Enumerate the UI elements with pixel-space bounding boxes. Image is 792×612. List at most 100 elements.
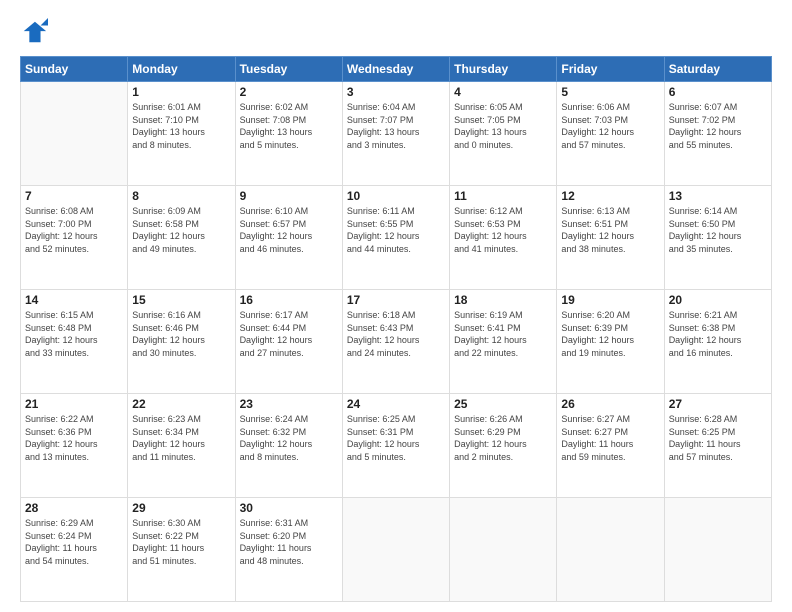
day-info: Sunrise: 6:08 AMSunset: 7:00 PMDaylight:… [25,205,123,255]
day-info: Sunrise: 6:12 AMSunset: 6:53 PMDaylight:… [454,205,552,255]
calendar-cell: 18 Sunrise: 6:19 AMSunset: 6:41 PMDayligh… [450,290,557,394]
calendar-cell: 11 Sunrise: 6:12 AMSunset: 6:53 PMDayligh… [450,186,557,290]
day-info: Sunrise: 6:20 AMSunset: 6:39 PMDaylight:… [561,309,659,359]
day-number: 29 [132,501,230,515]
calendar-week-row: 14 Sunrise: 6:15 AMSunset: 6:48 PMDayligh… [21,290,772,394]
day-number: 24 [347,397,445,411]
calendar-cell [342,498,449,602]
day-number: 25 [454,397,552,411]
calendar-cell: 30 Sunrise: 6:31 AMSunset: 6:20 PMDayligh… [235,498,342,602]
day-number: 14 [25,293,123,307]
day-number: 12 [561,189,659,203]
page-header [20,18,772,46]
calendar-week-row: 28 Sunrise: 6:29 AMSunset: 6:24 PMDayligh… [21,498,772,602]
logo [20,18,52,46]
day-number: 19 [561,293,659,307]
calendar-week-row: 21Sunrise: 6:22 AMSunset: 6:36 PMDayligh… [21,394,772,498]
calendar-cell: 12 Sunrise: 6:13 AMSunset: 6:51 PMDayligh… [557,186,664,290]
day-info: Sunrise: 6:24 AMSunset: 6:32 PMDaylight:… [240,413,338,463]
calendar-cell: 29Sunrise: 6:30 AMSunset: 6:22 PMDayligh… [128,498,235,602]
calendar-cell: 25 Sunrise: 6:26 AMSunset: 6:29 PMDayligh… [450,394,557,498]
day-info: Sunrise: 6:01 AMSunset: 7:10 PMDaylight:… [132,101,230,151]
day-info: Sunrise: 6:27 AMSunset: 6:27 PMDaylight:… [561,413,659,463]
calendar-cell: 3 Sunrise: 6:04 AMSunset: 7:07 PMDaylight… [342,82,449,186]
day-number: 17 [347,293,445,307]
day-number: 23 [240,397,338,411]
day-number: 22 [132,397,230,411]
weekday-header: Monday [128,57,235,82]
day-info: Sunrise: 6:26 AMSunset: 6:29 PMDaylight:… [454,413,552,463]
day-number: 10 [347,189,445,203]
day-info: Sunrise: 6:09 AMSunset: 6:58 PMDaylight:… [132,205,230,255]
calendar-cell [557,498,664,602]
calendar-cell [450,498,557,602]
day-info: Sunrise: 6:21 AMSunset: 6:38 PMDaylight:… [669,309,767,359]
calendar-cell: 19 Sunrise: 6:20 AMSunset: 6:39 PMDayligh… [557,290,664,394]
calendar-cell: 24 Sunrise: 6:25 AMSunset: 6:31 PMDayligh… [342,394,449,498]
weekday-header: Wednesday [342,57,449,82]
calendar-header-row: SundayMondayTuesdayWednesdayThursdayFrid… [21,57,772,82]
calendar-cell: 17 Sunrise: 6:18 AMSunset: 6:43 PMDayligh… [342,290,449,394]
day-info: Sunrise: 6:31 AMSunset: 6:20 PMDaylight:… [240,517,338,567]
day-info: Sunrise: 6:04 AMSunset: 7:07 PMDaylight:… [347,101,445,151]
day-number: 16 [240,293,338,307]
day-info: Sunrise: 6:17 AMSunset: 6:44 PMDaylight:… [240,309,338,359]
day-number: 1 [132,85,230,99]
day-number: 20 [669,293,767,307]
calendar-cell: 15 Sunrise: 6:16 AMSunset: 6:46 PMDayligh… [128,290,235,394]
calendar-week-row: 7 Sunrise: 6:08 AMSunset: 7:00 PMDaylight… [21,186,772,290]
day-number: 21 [25,397,123,411]
day-info: Sunrise: 6:14 AMSunset: 6:50 PMDaylight:… [669,205,767,255]
calendar-cell: 4 Sunrise: 6:05 AMSunset: 7:05 PMDaylight… [450,82,557,186]
calendar-cell: 13Sunrise: 6:14 AMSunset: 6:50 PMDayligh… [664,186,771,290]
calendar-cell: 27Sunrise: 6:28 AMSunset: 6:25 PMDayligh… [664,394,771,498]
day-number: 5 [561,85,659,99]
day-number: 18 [454,293,552,307]
calendar-cell: 23 Sunrise: 6:24 AMSunset: 6:32 PMDayligh… [235,394,342,498]
calendar-cell: 7 Sunrise: 6:08 AMSunset: 7:00 PMDaylight… [21,186,128,290]
day-number: 28 [25,501,123,515]
day-info: Sunrise: 6:25 AMSunset: 6:31 PMDaylight:… [347,413,445,463]
day-info: Sunrise: 6:06 AMSunset: 7:03 PMDaylight:… [561,101,659,151]
calendar-cell: 2Sunrise: 6:02 AMSunset: 7:08 PMDaylight… [235,82,342,186]
day-number: 30 [240,501,338,515]
day-info: Sunrise: 6:10 AMSunset: 6:57 PMDaylight:… [240,205,338,255]
calendar-cell: 20 Sunrise: 6:21 AMSunset: 6:38 PMDayligh… [664,290,771,394]
calendar-cell: 9 Sunrise: 6:10 AMSunset: 6:57 PMDaylight… [235,186,342,290]
day-number: 3 [347,85,445,99]
day-number: 7 [25,189,123,203]
day-number: 8 [132,189,230,203]
day-info: Sunrise: 6:11 AMSunset: 6:55 PMDaylight:… [347,205,445,255]
calendar-cell: 8 Sunrise: 6:09 AMSunset: 6:58 PMDaylight… [128,186,235,290]
day-info: Sunrise: 6:29 AMSunset: 6:24 PMDaylight:… [25,517,123,567]
day-info: Sunrise: 6:28 AMSunset: 6:25 PMDaylight:… [669,413,767,463]
weekday-header: Saturday [664,57,771,82]
calendar-cell: 21Sunrise: 6:22 AMSunset: 6:36 PMDayligh… [21,394,128,498]
day-info: Sunrise: 6:07 AMSunset: 7:02 PMDaylight:… [669,101,767,151]
day-info: Sunrise: 6:23 AMSunset: 6:34 PMDaylight:… [132,413,230,463]
day-info: Sunrise: 6:13 AMSunset: 6:51 PMDaylight:… [561,205,659,255]
calendar-cell [21,82,128,186]
calendar-cell: 14 Sunrise: 6:15 AMSunset: 6:48 PMDayligh… [21,290,128,394]
day-number: 11 [454,189,552,203]
weekday-header: Friday [557,57,664,82]
day-info: Sunrise: 6:19 AMSunset: 6:41 PMDaylight:… [454,309,552,359]
day-number: 6 [669,85,767,99]
day-number: 2 [240,85,338,99]
weekday-header: Thursday [450,57,557,82]
calendar-cell: 26Sunrise: 6:27 AMSunset: 6:27 PMDayligh… [557,394,664,498]
day-number: 4 [454,85,552,99]
calendar-cell: 6 Sunrise: 6:07 AMSunset: 7:02 PMDaylight… [664,82,771,186]
day-number: 15 [132,293,230,307]
day-info: Sunrise: 6:16 AMSunset: 6:46 PMDaylight:… [132,309,230,359]
calendar-cell [664,498,771,602]
day-info: Sunrise: 6:05 AMSunset: 7:05 PMDaylight:… [454,101,552,151]
calendar-cell: 28 Sunrise: 6:29 AMSunset: 6:24 PMDayligh… [21,498,128,602]
weekday-header: Sunday [21,57,128,82]
day-info: Sunrise: 6:18 AMSunset: 6:43 PMDaylight:… [347,309,445,359]
calendar-cell: 10 Sunrise: 6:11 AMSunset: 6:55 PMDayligh… [342,186,449,290]
calendar-cell: 1 Sunrise: 6:01 AMSunset: 7:10 PMDaylight… [128,82,235,186]
day-number: 9 [240,189,338,203]
day-info: Sunrise: 6:15 AMSunset: 6:48 PMDaylight:… [25,309,123,359]
calendar-cell: 22 Sunrise: 6:23 AMSunset: 6:34 PMDayligh… [128,394,235,498]
